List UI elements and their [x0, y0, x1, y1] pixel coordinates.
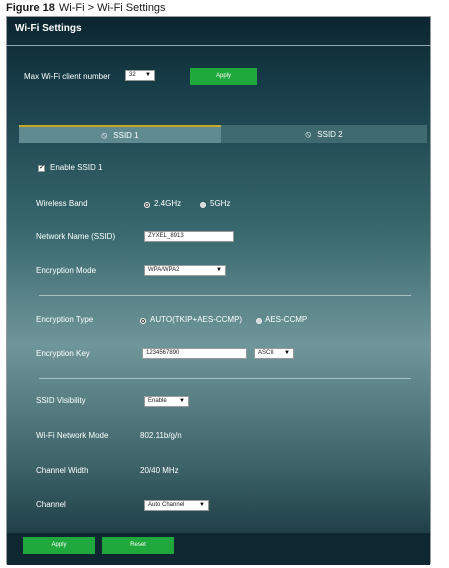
chevron-down-icon: ▼: [216, 267, 222, 273]
figure-number: Figure 18: [6, 2, 55, 14]
tab-ssid-2[interactable]: ⦸ SSID 2: [221, 125, 427, 143]
enable-ssid-checkbox[interactable]: [38, 163, 45, 172]
enable-ssid-label: Enable SSID 1: [50, 163, 103, 172]
option-auto-tkip-aes-label: AUTO(TKIP+AES-CCMP): [150, 315, 243, 324]
max-clients-select[interactable]: 32 ▼: [125, 70, 155, 81]
wifi-icon: ⦸: [101, 130, 108, 140]
ssid-visibility-label: SSID Visibility: [36, 396, 86, 405]
radio-auto-tkip-aes[interactable]: [140, 318, 146, 324]
wifi-settings-panel: Wi-Fi Settings Max Wi-Fi client number 3…: [6, 16, 431, 565]
figure-caption-text: Wi-Fi > Wi-Fi Settings: [58, 2, 166, 14]
tab-ssid-1-label: SSID 1: [113, 131, 139, 140]
radio-5ghz[interactable]: [200, 202, 206, 208]
ssid-tabs: ⦸ SSID 1 ⦸ SSID 2: [19, 125, 427, 143]
ssid-visibility-value: Enable: [148, 398, 167, 404]
title-divider: [7, 45, 430, 46]
chevron-down-icon: ▼: [199, 502, 205, 508]
section-divider: [39, 378, 411, 379]
key-format-value: ASCII: [258, 350, 274, 356]
chevron-down-icon: ▼: [179, 398, 185, 404]
channel-width-label: Channel Width: [36, 466, 89, 475]
encryption-key-input[interactable]: 1234567890: [142, 348, 247, 359]
option-2-4ghz-label: 2.4GHz: [154, 199, 182, 208]
radio-2-4ghz[interactable]: [144, 202, 150, 208]
channel-select[interactable]: Auto Channel ▼: [144, 500, 209, 511]
apply-button[interactable]: Apply: [23, 537, 95, 554]
footer-bar: Apply Reset: [7, 533, 430, 565]
wireless-band-label: Wireless Band: [36, 199, 88, 208]
ssid-settings-form: Enable SSID 1 Wireless Band 2.4GHz 5GHz …: [19, 143, 427, 523]
encryption-mode-value: WPA/WPA2: [148, 267, 180, 273]
chevron-down-icon: ▼: [145, 72, 151, 78]
max-clients-apply-button[interactable]: Apply: [190, 68, 257, 85]
network-name-input[interactable]: ZYXEL_8913: [144, 231, 234, 242]
encryption-key-label: Encryption Key: [36, 349, 90, 358]
panel-title: Wi-Fi Settings: [15, 23, 82, 34]
ssid-visibility-select[interactable]: Enable ▼: [144, 396, 189, 407]
network-mode-value: 802.11b/g/n: [140, 431, 182, 440]
network-name-label: Network Name (SSID): [36, 232, 116, 241]
network-mode-label: Wi-Fi Network Mode: [36, 431, 109, 440]
key-format-select[interactable]: ASCII ▼: [254, 348, 294, 359]
encryption-mode-select[interactable]: WPA/WPA2 ▼: [144, 265, 226, 276]
option-5ghz-label: 5GHz: [210, 199, 231, 208]
section-divider: [39, 295, 411, 296]
tab-ssid-2-label: SSID 2: [317, 130, 343, 139]
tab-ssid-1[interactable]: ⦸ SSID 1: [19, 125, 221, 143]
radio-aes-ccmp[interactable]: [256, 318, 262, 324]
option-aes-ccmp-label: AES-CCMP: [265, 315, 308, 324]
max-clients-value: 32: [129, 72, 136, 78]
chevron-down-icon: ▼: [284, 350, 290, 356]
channel-value: Auto Channel: [148, 502, 185, 508]
encryption-mode-label: Encryption Mode: [36, 266, 97, 275]
encryption-type-label: Encryption Type: [36, 315, 94, 324]
channel-label: Channel: [36, 500, 66, 509]
max-clients-label: Max Wi-Fi client number: [24, 72, 111, 81]
figure-caption: Figure 18 Wi-Fi > Wi-Fi Settings: [6, 2, 166, 14]
channel-width-value: 20/40 MHz: [140, 466, 179, 475]
reset-button[interactable]: Reset: [102, 537, 174, 554]
wifi-icon: ⦸: [305, 129, 312, 139]
